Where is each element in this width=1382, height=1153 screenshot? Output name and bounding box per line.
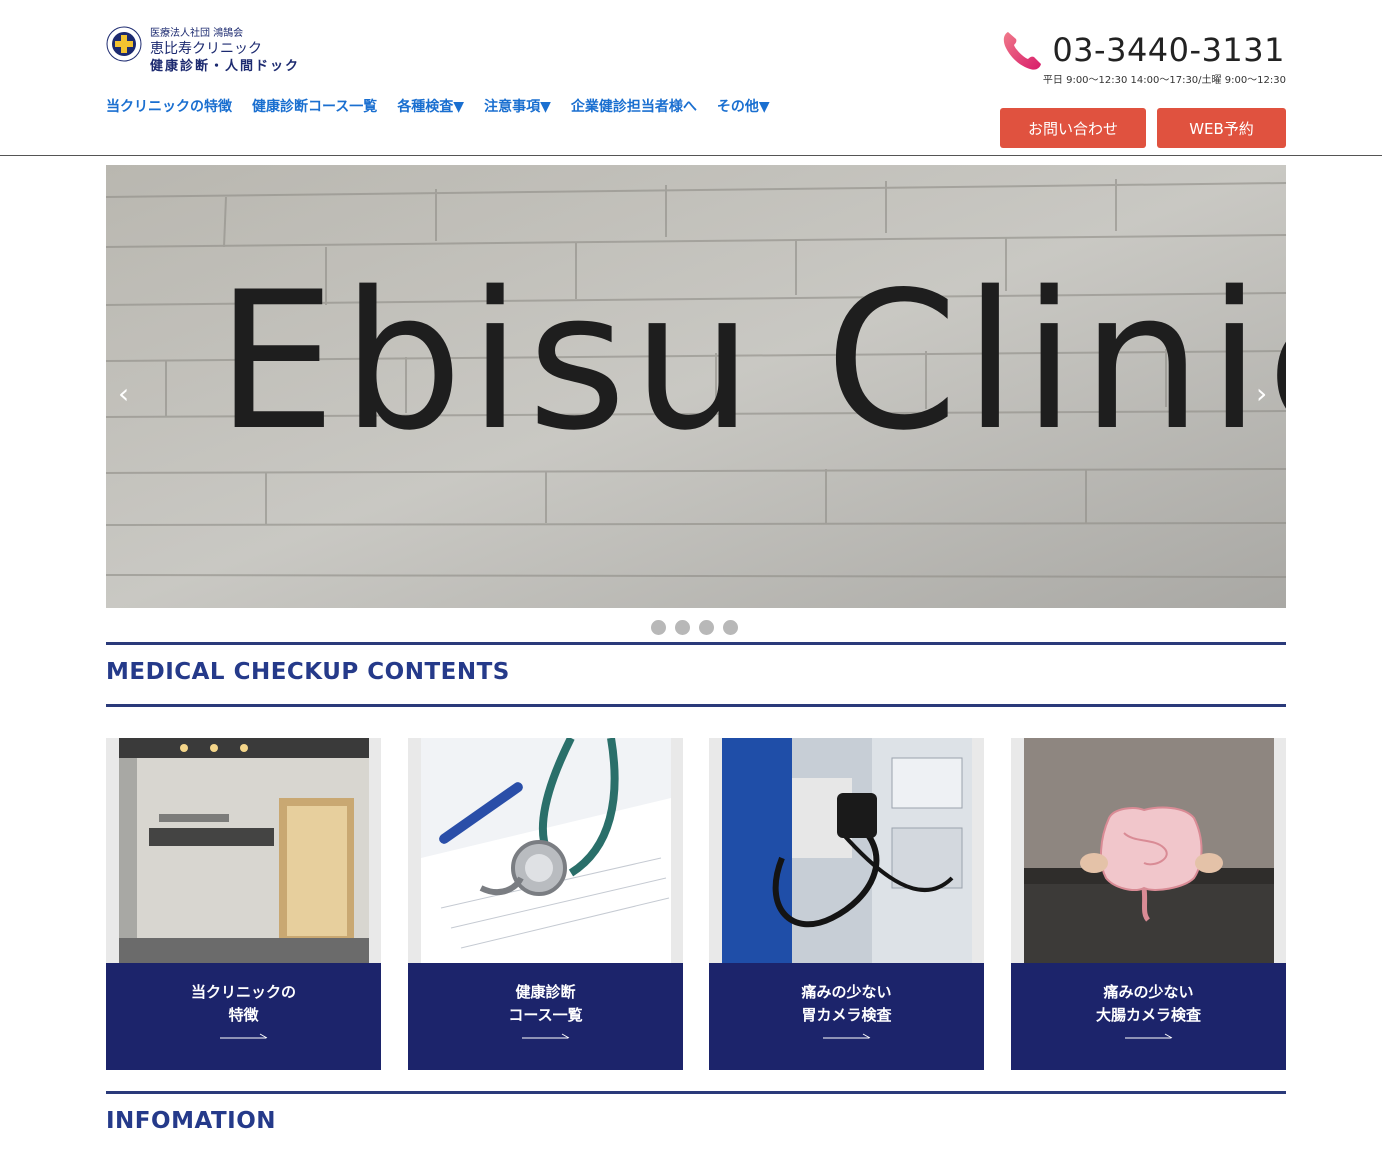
- slider-dot-4[interactable]: [723, 620, 738, 635]
- card-gastroscopy[interactable]: 痛みの少ない 胃カメラ検査: [709, 738, 984, 1070]
- arrow-right-icon: [219, 1033, 267, 1039]
- contact-button[interactable]: お問い合わせ: [1000, 108, 1146, 148]
- card-title-line2: 特徴: [228, 1006, 259, 1024]
- card-image-frame: [1011, 738, 1286, 963]
- card-title-line1: 痛みの少ない: [1103, 983, 1194, 1001]
- card-course-list[interactable]: 健康診断 コース一覧: [408, 738, 683, 1070]
- card-title-line2: 大腸カメラ検査: [1095, 1006, 1201, 1024]
- card-title-line1: 健康診断: [515, 983, 576, 1001]
- card-title-line1: 痛みの少ない: [801, 983, 892, 1001]
- intestine-photo: [1024, 738, 1274, 963]
- card-title-line2: コース一覧: [508, 1006, 583, 1024]
- card-image-frame: [106, 738, 381, 963]
- phone-icon: [1004, 32, 1042, 70]
- card-caption: 痛みの少ない 胃カメラ検査: [709, 963, 984, 1070]
- card-title-line1: 当クリニックの: [190, 983, 296, 1001]
- hero-image: Ebisu Clinic: [106, 165, 1286, 608]
- header-divider: [0, 155, 1382, 156]
- gastroscope-photo: [722, 738, 972, 963]
- slider-dots: [651, 620, 738, 635]
- info-section-title: INFOMATION: [106, 1108, 277, 1134]
- arrow-right-icon: [822, 1033, 870, 1039]
- card-image-frame: [709, 738, 984, 963]
- logo-subtitle: 健康診断・人間ドック: [150, 59, 301, 74]
- nav-courses[interactable]: 健康診断コース一覧: [252, 96, 377, 116]
- hero-slider[interactable]: Ebisu Clinic: [106, 165, 1286, 608]
- nav-notes[interactable]: 注意事項▼: [484, 96, 551, 116]
- main-nav: 当クリニックの特徴 健康診断コース一覧 各種検査▼ 注意事項▼ 企業健診担当者様…: [106, 96, 770, 116]
- card-clinic-features[interactable]: 当クリニックの 特徴: [106, 738, 381, 1070]
- card-title-line2: 胃カメラ検査: [801, 1006, 892, 1024]
- nav-corporate[interactable]: 企業健診担当者様へ: [571, 96, 697, 116]
- opening-hours: 平日 9:00～12:30 14:00～17:30/土曜 9:00～12:30: [1042, 75, 1286, 86]
- logo-org-text: 医療法人社団 鴻鵠会: [150, 28, 244, 39]
- card-caption: 痛みの少ない 大腸カメラ検査: [1011, 963, 1286, 1070]
- clinic-entrance-photo: [119, 738, 369, 963]
- slider-dot-2[interactable]: [675, 620, 690, 635]
- contents-section-title: MEDICAL CHECKUP CONTENTS: [106, 659, 510, 685]
- site-header: 医療法人社団 鴻鵠会 恵比寿クリニック 健康診断・人間ドック 当クリニックの特徴…: [0, 0, 1382, 155]
- slider-dot-3[interactable]: [699, 620, 714, 635]
- card-colonoscopy[interactable]: 痛みの少ない 大腸カメラ検査: [1011, 738, 1286, 1070]
- phone-block[interactable]: 03-3440-3131: [1000, 28, 1285, 72]
- card-caption: 健康診断 コース一覧: [408, 963, 683, 1070]
- nav-features[interactable]: 当クリニックの特徴: [106, 96, 232, 116]
- slider-dot-1[interactable]: [651, 620, 666, 635]
- nav-other[interactable]: その他▼: [717, 96, 770, 116]
- section-rule-top: [106, 642, 1286, 645]
- web-reservation-button[interactable]: WEB予約: [1157, 108, 1286, 148]
- arrow-right-icon: [521, 1033, 569, 1039]
- hero-prev-arrow[interactable]: ‹: [118, 380, 129, 408]
- nav-exams[interactable]: 各種検査▼: [397, 96, 464, 116]
- stethoscope-photo: [421, 738, 671, 963]
- hero-next-arrow[interactable]: ›: [1256, 380, 1267, 408]
- info-section-rule: [106, 1091, 1286, 1094]
- hero-sign-text: Ebisu Clinic: [216, 251, 1286, 472]
- card-image-frame: [408, 738, 683, 963]
- clinic-logo[interactable]: 医療法人社団 鴻鵠会 恵比寿クリニック 健康診断・人間ドック: [106, 22, 336, 74]
- arrow-right-icon: [1124, 1033, 1172, 1039]
- section-rule-bottom: [106, 704, 1286, 707]
- phone-number[interactable]: 03-3440-3131: [1052, 31, 1285, 69]
- logo-emblem-icon: [106, 26, 142, 62]
- card-caption: 当クリニックの 特徴: [106, 963, 381, 1070]
